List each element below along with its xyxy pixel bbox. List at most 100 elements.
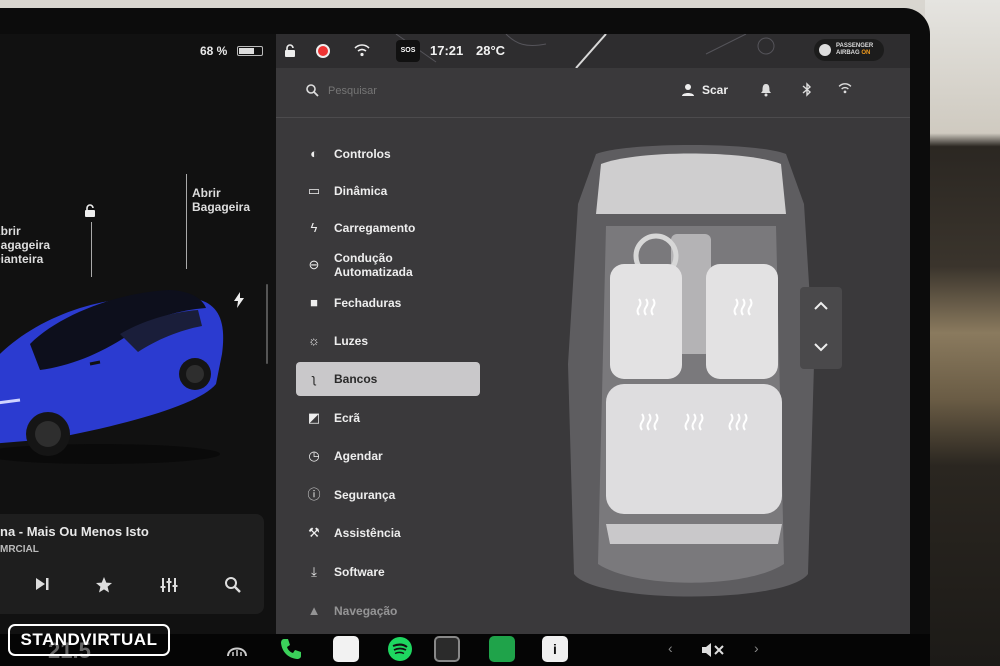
seat-adjust-control <box>800 287 842 369</box>
wrench-icon: ⚒ <box>308 525 320 540</box>
menu-label: Agendar <box>334 449 383 463</box>
menu-label: Assistência <box>334 526 401 540</box>
bluetooth-icon[interactable] <box>802 82 812 97</box>
menu-label: Software <box>334 565 385 579</box>
charge-port-bolt-icon[interactable] <box>232 292 246 308</box>
media-search-icon[interactable] <box>224 576 242 594</box>
phone-icon[interactable] <box>278 636 304 662</box>
menu-item-controlos[interactable]: ◐ Controlos <box>296 137 480 171</box>
open-trunk-label: Abrir Bagageira <box>192 186 251 214</box>
lock-icon: ■ <box>310 295 318 310</box>
volume-down-chevron-icon[interactable]: ‹ <box>668 640 673 656</box>
menu-item-fechaduras[interactable]: ■ Fechaduras <box>296 286 480 320</box>
airbag-state: ON <box>861 50 871 56</box>
car-model-image <box>0 290 224 464</box>
chevron-down-icon[interactable] <box>814 343 828 352</box>
menu-label: Luzes <box>334 334 369 348</box>
search-input[interactable] <box>328 80 528 102</box>
menu-item-software[interactable]: ⤓ Software <box>296 555 480 589</box>
car-interior-background <box>925 0 1000 666</box>
alert-icon: ⓘ <box>307 487 321 502</box>
menu-item-assistencia[interactable]: ⚒ Assistência <box>296 516 480 550</box>
outside-temperature: 28°C <box>476 43 506 58</box>
frunk-callout-line <box>91 222 92 277</box>
settings-panel: SOS 17:21 28°C PASSENGER AIRBAG ON Pesqu… <box>276 34 910 634</box>
sos-label: SOS <box>400 47 416 54</box>
display-icon: ◩ <box>307 410 321 425</box>
menu-item-conducao-automatizada[interactable]: ⊖ Condução Automatizada <box>296 248 480 282</box>
menu-label: Controlos <box>334 147 391 161</box>
calendar-icon[interactable] <box>333 636 359 662</box>
menu-item-navegacao[interactable]: ▲ Navegação <box>296 594 480 628</box>
airbag-line1: PASSENGER <box>836 43 874 49</box>
record-icon[interactable] <box>316 44 330 58</box>
menu-item-bancos[interactable]: ʅ Bancos <box>296 362 480 396</box>
menu-label: Condução Automatizada <box>334 251 413 279</box>
rear-bench-seat <box>606 384 782 514</box>
spotify-icon[interactable] <box>387 636 413 662</box>
bolt-icon: ϟ <box>310 220 318 235</box>
standvirtual-watermark: STANDVIRTUAL <box>8 624 170 656</box>
clock-icon: ◷ <box>308 448 320 463</box>
menu-item-carregamento[interactable]: ϟ Carregamento <box>296 211 480 245</box>
menu-label: Ecrã <box>334 411 361 425</box>
menu-label: Bancos <box>334 372 378 386</box>
toggle-icon: ◐ <box>310 146 318 161</box>
media-player: na - Mais Ou Menos Isto MRCIAL <box>0 514 264 614</box>
defrost-icon[interactable] <box>226 642 248 658</box>
menu-label: Navegação <box>334 604 398 618</box>
energy-graph-icon[interactable] <box>489 636 515 662</box>
menu-label: Fechaduras <box>334 296 402 310</box>
sos-button[interactable]: SOS <box>396 40 420 62</box>
sun-icon: ☼ <box>308 333 320 348</box>
battery-percent: 68 % <box>200 44 228 58</box>
battery-icon <box>237 46 263 56</box>
search-row: Scar <box>276 68 910 118</box>
bell-icon[interactable] <box>760 83 772 97</box>
media-track-title: na - Mais Ou Menos Isto <box>0 524 149 539</box>
wifi-settings-icon[interactable] <box>838 83 852 94</box>
menu-label: Dinâmica <box>334 184 388 198</box>
seat-icon: ʅ <box>312 371 316 386</box>
trunk-callout-line <box>186 174 187 269</box>
front-left-seat <box>610 264 682 379</box>
clock: 17:21 <box>430 43 464 58</box>
chevron-up-icon[interactable] <box>814 301 828 310</box>
equalizer-icon[interactable] <box>160 576 178 594</box>
passenger-airbag-indicator: PASSENGER AIRBAG ON <box>814 39 884 61</box>
vehicle-panel: 68 % Abrir Bagageira Dianteira Abrir Bag… <box>0 34 276 634</box>
panel-scroll-indicator[interactable] <box>266 284 268 364</box>
next-icon[interactable] <box>34 576 50 592</box>
open-frunk-button[interactable]: Abrir Bagageira Dianteira <box>0 210 50 266</box>
navigation-icon: ▲ <box>307 603 321 618</box>
open-trunk-button[interactable]: Abrir Bagageira <box>192 172 250 214</box>
airbag-icon <box>819 44 831 56</box>
menu-label: Segurança <box>334 488 396 502</box>
car-icon: ▭ <box>307 183 321 198</box>
star-icon[interactable] <box>95 576 113 594</box>
lock-status-icon <box>285 44 295 57</box>
wifi-icon <box>354 44 370 57</box>
volume-up-chevron-icon[interactable]: › <box>754 640 759 656</box>
steering-wheel-icon: ⊖ <box>308 257 320 272</box>
profile-name[interactable]: Scar <box>702 83 728 97</box>
info-icon[interactable]: i <box>542 636 568 662</box>
menu-item-ecra[interactable]: ◩ Ecrã <box>296 401 480 435</box>
menu-item-dinamica[interactable]: ▭ Dinâmica <box>296 174 480 208</box>
profile-icon[interactable] <box>681 83 695 97</box>
unlock-icon[interactable] <box>84 204 98 218</box>
download-icon: ⤓ <box>311 564 317 579</box>
media-source: MRCIAL <box>0 544 39 555</box>
battery-level <box>239 48 254 54</box>
apps-launcher-icon[interactable] <box>434 636 460 662</box>
mute-icon[interactable] <box>700 642 726 658</box>
menu-item-seguranca[interactable]: ⓘ Segurança <box>296 478 480 512</box>
menu-item-agendar[interactable]: ◷ Agendar <box>296 439 480 473</box>
touchscreen: 68 % Abrir Bagageira Dianteira Abrir Bag… <box>0 34 910 634</box>
photo-stage: 68 % Abrir Bagageira Dianteira Abrir Bag… <box>0 0 1000 666</box>
status-bar: SOS 17:21 28°C PASSENGER AIRBAG ON <box>276 34 910 68</box>
front-right-seat <box>706 264 778 379</box>
menu-item-luzes[interactable]: ☼ Luzes <box>296 324 480 358</box>
airbag-line2: AIRBAG <box>836 50 860 56</box>
search-icon[interactable] <box>306 84 319 97</box>
